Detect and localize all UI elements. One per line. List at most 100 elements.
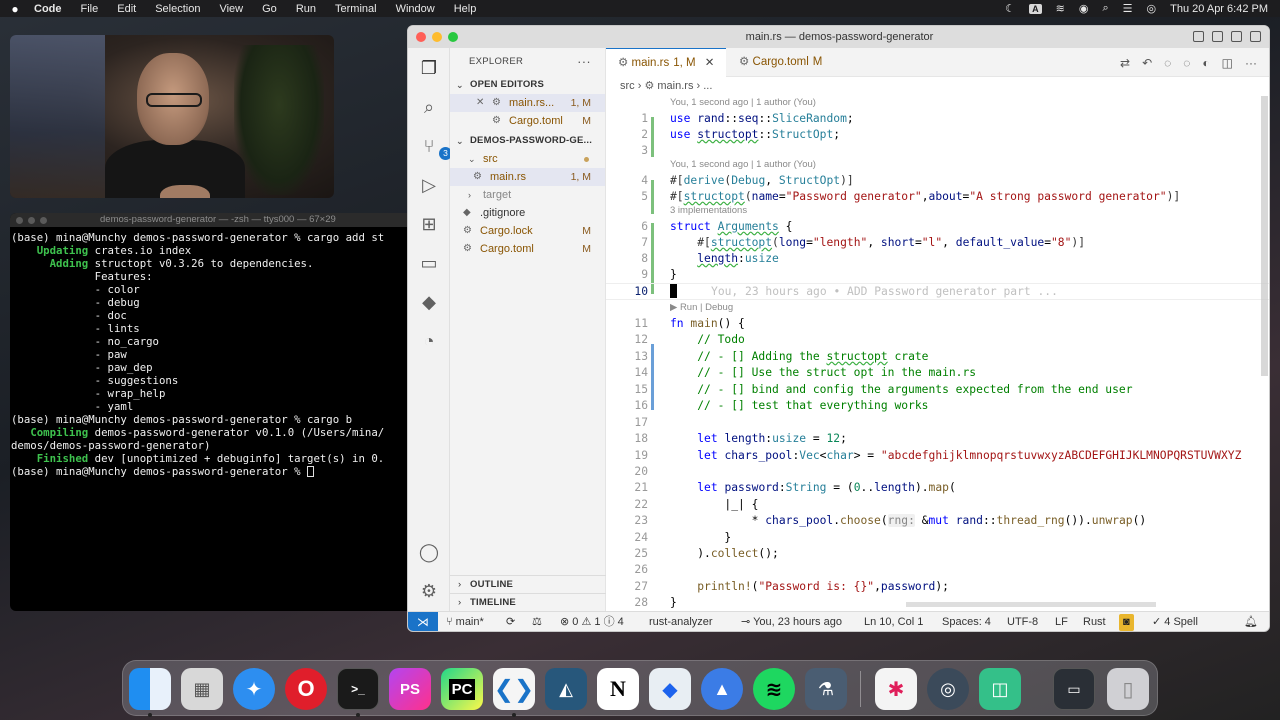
- notifications-bell-icon[interactable]: 🔔︎: [1244, 612, 1258, 631]
- menu-app-name[interactable]: Code: [34, 3, 62, 15]
- screen-icon[interactable]: ▭: [1053, 668, 1095, 710]
- docker-view-icon[interactable]: ◆: [417, 290, 441, 314]
- spotify-icon[interactable]: ≋: [753, 668, 795, 710]
- mysql-workbench-icon[interactable]: ◭: [545, 668, 587, 710]
- manage-gear-icon[interactable]: ⚙: [417, 579, 441, 603]
- indentation-status[interactable]: Spaces: 4: [942, 612, 991, 631]
- menu-view[interactable]: View: [219, 3, 243, 15]
- breadcrumb-file[interactable]: main.rs: [657, 80, 693, 92]
- menu-edit[interactable]: Edit: [117, 3, 136, 15]
- timeline-section[interactable]: › TIMELINE: [450, 593, 606, 611]
- blame-lens[interactable]: You, 1 second ago | 1 author (You): [670, 96, 816, 110]
- search-view-icon[interactable]: ⌕: [417, 95, 441, 119]
- toggle-secondary-sidebar-icon[interactable]: [1231, 31, 1242, 42]
- branch-status[interactable]: ⑂ main*: [446, 612, 484, 631]
- menu-selection[interactable]: Selection: [155, 3, 200, 15]
- open-editors-section[interactable]: ⌄ OPEN EDITORS: [450, 76, 605, 94]
- next-change-icon[interactable]: ◌: [1183, 56, 1190, 70]
- vertical-scrollbar[interactable]: [1261, 96, 1268, 376]
- control-center-icon[interactable]: ☰: [1123, 2, 1133, 15]
- terminal-zoom-icon[interactable]: [40, 216, 47, 224]
- split-editor-icon[interactable]: ◫: [1222, 56, 1233, 70]
- vpn-icon[interactable]: ▲: [701, 668, 743, 710]
- tree-item-cargo-toml[interactable]: ⚙ Cargo.toml M: [450, 240, 605, 258]
- breadcrumb-src[interactable]: src: [620, 80, 635, 92]
- toggle-panel-icon[interactable]: [1212, 31, 1223, 42]
- pycharm-icon[interactable]: PC: [441, 668, 483, 710]
- git-blame-status[interactable]: ⊸ You, 23 hours ago: [741, 612, 842, 631]
- open-changes-icon[interactable]: ◐: [1202, 56, 1209, 70]
- vscode-icon[interactable]: ❮❯: [493, 668, 535, 710]
- eol-status[interactable]: LF: [1055, 612, 1068, 631]
- tree-item-main-rs[interactable]: ⚙ main.rs 1, M: [450, 168, 605, 186]
- phpstorm-icon[interactable]: PS: [389, 668, 431, 710]
- menu-terminal[interactable]: Terminal: [335, 3, 377, 15]
- customize-layout-icon[interactable]: [1250, 31, 1261, 42]
- git-graph-status-icon[interactable]: ⚖: [532, 612, 542, 631]
- slack-icon[interactable]: ✱: [875, 668, 917, 710]
- notion-icon[interactable]: N: [597, 668, 639, 710]
- docker-icon[interactable]: ◆: [649, 668, 691, 710]
- safari-icon[interactable]: ✦: [233, 668, 275, 710]
- open-editor-item[interactable]: ✕ ⚙ main.rs... 1, M: [450, 94, 605, 112]
- more-actions-icon[interactable]: ···: [577, 48, 591, 76]
- tree-item-src[interactable]: ⌄ src: [450, 150, 605, 168]
- project-section[interactable]: ⌄ DEMOS-PASSWORD-GE...: [450, 132, 605, 150]
- trash-icon[interactable]: ▯: [1107, 668, 1149, 710]
- terminal-window[interactable]: demos-password-generator — -zsh — ttys00…: [10, 213, 407, 611]
- run-debug-icon[interactable]: ▷: [417, 173, 441, 197]
- remote-explorer-icon[interactable]: ▭: [417, 251, 441, 275]
- language-mode[interactable]: Rust: [1083, 612, 1106, 631]
- spell-status[interactable]: ✓ 4 Spell: [1152, 612, 1198, 631]
- menu-clock[interactable]: Thu 20 Apr 6:42 PM: [1170, 3, 1268, 15]
- rust-analyzer-status[interactable]: rust-analyzer: [649, 612, 713, 631]
- open-editor-item[interactable]: ⚙ Cargo.toml M: [450, 112, 605, 130]
- go-back-icon[interactable]: ↶: [1142, 56, 1152, 70]
- tree-item-gitignore[interactable]: ◆ .gitignore: [450, 204, 605, 222]
- horizontal-scrollbar[interactable]: [906, 602, 1156, 607]
- problems-status[interactable]: ⊗ 0 ⚠ 1 ⓘ 4: [560, 612, 624, 631]
- user-icon[interactable]: ◉: [1079, 2, 1089, 15]
- run-debug-lens[interactable]: ▶ Run | Debug: [670, 301, 733, 315]
- breadcrumb-symbol[interactable]: ...: [703, 80, 712, 92]
- terminal-output[interactable]: (base) mina@Munchy demos-password-genera…: [10, 227, 407, 478]
- toggle-sidebar-icon[interactable]: [1193, 31, 1204, 42]
- search-icon[interactable]: ⌕: [1103, 2, 1109, 15]
- input-source-badge[interactable]: A: [1029, 3, 1042, 14]
- menu-go[interactable]: Go: [262, 3, 277, 15]
- encoding-status[interactable]: UTF-8: [1007, 612, 1038, 631]
- menu-window[interactable]: Window: [396, 3, 435, 15]
- extensions-icon[interactable]: ⊞: [417, 212, 441, 236]
- source-control-icon[interactable]: ⑂ 3: [417, 134, 452, 160]
- siri-icon[interactable]: ◎: [1147, 2, 1157, 15]
- opera-icon[interactable]: O: [285, 668, 327, 710]
- close-icon[interactable]: ✕: [705, 57, 715, 69]
- implementations-lens[interactable]: 3 implementations: [670, 204, 747, 218]
- moon-icon[interactable]: ☾: [1005, 2, 1015, 15]
- explorer-icon[interactable]: ❐: [417, 56, 441, 80]
- blame-lens[interactable]: You, 1 second ago | 1 author (You): [670, 158, 816, 172]
- apple-menu-icon[interactable]: ●: [8, 2, 22, 16]
- tab-main-rs[interactable]: ⚙ main.rs 1, M ✕: [606, 48, 726, 77]
- terminal-icon[interactable]: >_: [337, 668, 379, 710]
- code-editor[interactable]: You, 1 second ago | 1 author (You) 1 use …: [606, 96, 1269, 611]
- menu-file[interactable]: File: [81, 3, 99, 15]
- accounts-icon[interactable]: ◯: [417, 540, 441, 564]
- finder-icon[interactable]: [129, 668, 171, 710]
- sync-icon[interactable]: ⟳: [506, 612, 515, 631]
- quicktime-icon[interactable]: ◎: [927, 668, 969, 710]
- close-icon[interactable]: ✕: [476, 94, 484, 112]
- wifi-icon[interactable]: ≋: [1056, 2, 1065, 15]
- prev-change-icon[interactable]: ◌: [1164, 56, 1171, 70]
- tree-item-target[interactable]: › target: [450, 186, 605, 204]
- remote-indicator-icon[interactable]: ⋊: [408, 612, 438, 631]
- menu-help[interactable]: Help: [454, 3, 477, 15]
- tree-item-cargo-lock[interactable]: ⚙ Cargo.lock M: [450, 222, 605, 240]
- copilot-icon[interactable]: ◙: [1119, 614, 1134, 631]
- compare-changes-icon[interactable]: ⇄: [1120, 56, 1130, 70]
- cursor-position[interactable]: Ln 10, Col 1: [864, 612, 923, 631]
- menu-run[interactable]: Run: [296, 3, 316, 15]
- tab-cargo-toml[interactable]: ⚙ Cargo.toml M: [727, 48, 847, 77]
- launchpad-icon[interactable]: ▦: [181, 668, 223, 710]
- terminal-minimize-icon[interactable]: [28, 216, 35, 224]
